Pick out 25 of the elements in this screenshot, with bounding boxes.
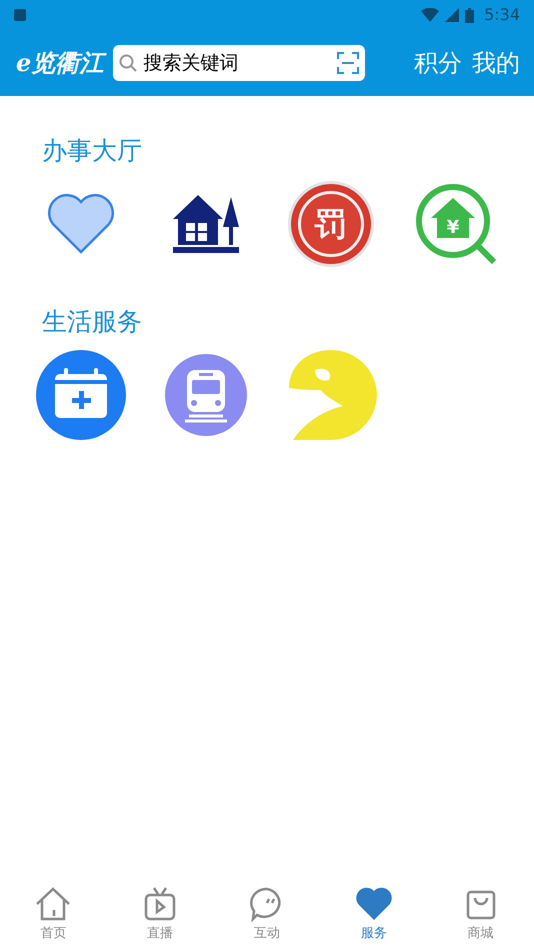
nav-tab[interactable]: 互动 (214, 886, 320, 944)
signal-icon (445, 8, 460, 22)
nav-tab[interactable]: 服务 (320, 886, 428, 944)
nav-tab[interactable]: 首页 (0, 886, 107, 944)
yen-glyph: ¥ (446, 217, 459, 238)
header-link[interactable]: 我的 (472, 45, 520, 81)
fine-icon[interactable]: 罚 (288, 181, 374, 267)
notification-icon (14, 9, 26, 21)
calendar-icon[interactable] (36, 350, 126, 440)
section-title: 生活服务 (42, 309, 143, 334)
scan-icon[interactable] (337, 52, 360, 74)
status-time: 5:34 (484, 4, 520, 26)
nav-tab[interactable]: 商城 (427, 886, 534, 944)
section-title: 办事大厅 (42, 138, 143, 163)
battery-icon (465, 8, 474, 22)
house-icon[interactable] (170, 193, 240, 255)
nav-tab[interactable]: 直播 (106, 886, 214, 944)
heart-icon (354, 886, 394, 922)
search-bar[interactable]: 搜索关键词 (113, 45, 366, 81)
wifi-icon (421, 8, 440, 22)
search-field[interactable]: 搜索关键词 (143, 48, 332, 78)
train-icon[interactable] (164, 354, 246, 436)
header-link[interactable]: 积分 (414, 45, 462, 81)
fine-glyph: 罚 (314, 208, 346, 240)
search-icon (119, 54, 138, 72)
